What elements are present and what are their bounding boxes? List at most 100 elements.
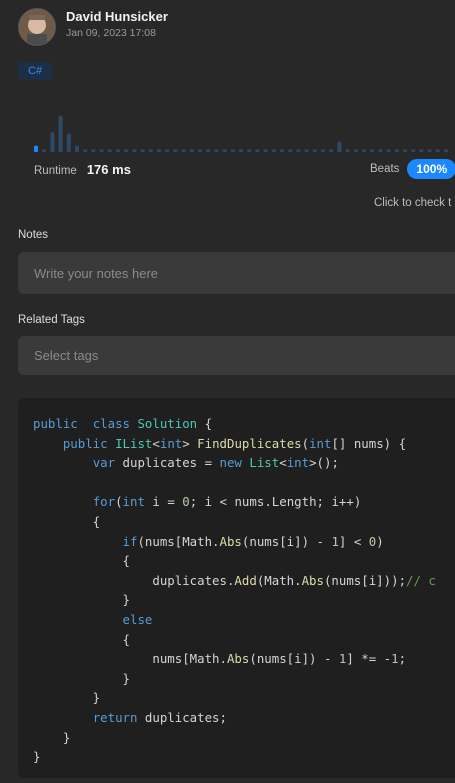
histogram-bar[interactable] xyxy=(124,149,129,152)
histogram-bar[interactable] xyxy=(91,149,96,152)
histogram-bar[interactable] xyxy=(34,145,38,152)
histogram-bar[interactable] xyxy=(99,149,104,152)
click-to-check-hint[interactable]: Click to check t xyxy=(374,197,451,209)
histogram-bar[interactable] xyxy=(386,149,391,152)
histogram-bar[interactable] xyxy=(247,149,252,152)
histogram-bar[interactable] xyxy=(214,149,219,152)
code-token: int xyxy=(159,435,183,451)
author-name[interactable]: David Hunsicker xyxy=(66,9,168,24)
runtime-histogram[interactable] xyxy=(34,100,455,152)
code-token: ( xyxy=(301,435,310,451)
histogram-bar[interactable] xyxy=(239,149,243,152)
code-token: } xyxy=(33,729,71,745)
histogram-bar[interactable] xyxy=(280,149,284,152)
histogram-bar[interactable] xyxy=(165,149,170,152)
histogram-bar[interactable] xyxy=(304,149,309,152)
histogram-bar[interactable] xyxy=(435,149,440,152)
histogram-bar[interactable] xyxy=(362,149,366,152)
histogram-bar[interactable] xyxy=(83,149,88,152)
histogram-bar[interactable] xyxy=(50,132,55,152)
author-info: David Hunsicker Jan 09, 2023 17:08 xyxy=(66,9,168,39)
post-date: Jan 09, 2023 17:08 xyxy=(66,27,156,39)
histogram-bar[interactable] xyxy=(42,149,47,152)
tags-select[interactable]: Select tags xyxy=(18,336,455,375)
histogram-bar[interactable] xyxy=(116,149,120,152)
histogram-bar[interactable] xyxy=(157,149,161,152)
runtime-row: Runtime 176 ms xyxy=(34,162,131,177)
code-token: [] nums) { xyxy=(331,435,407,451)
histogram-bar[interactable] xyxy=(345,149,350,152)
notes-input[interactable]: Write your notes here xyxy=(18,252,455,294)
histogram-bar[interactable] xyxy=(58,115,63,152)
histogram-bar[interactable] xyxy=(263,149,268,152)
histogram-bar[interactable] xyxy=(444,149,448,152)
histogram-bar[interactable] xyxy=(198,149,202,152)
code-token: < xyxy=(279,455,287,471)
histogram-bar[interactable] xyxy=(337,141,342,152)
histogram-bar[interactable] xyxy=(427,149,432,152)
histogram-bar[interactable] xyxy=(394,149,399,152)
histogram-bar[interactable] xyxy=(403,149,407,152)
notes-label: Notes xyxy=(18,229,49,241)
histogram-bar[interactable] xyxy=(312,149,317,152)
avatar[interactable] xyxy=(18,8,56,46)
code-token: > xyxy=(182,435,198,451)
code-token: (nums[i])); xyxy=(323,572,407,588)
code-token: 1 xyxy=(331,533,339,549)
code-token: (nums[i]) - xyxy=(249,651,339,667)
code-token: IList xyxy=(115,435,153,451)
histogram-bar[interactable] xyxy=(353,149,358,152)
histogram-bar[interactable] xyxy=(132,149,137,152)
code-token: class xyxy=(92,416,130,431)
code-token: { xyxy=(33,631,130,647)
histogram-bar[interactable] xyxy=(329,149,334,152)
histogram-bar[interactable] xyxy=(140,149,145,152)
code-token: } xyxy=(33,670,130,686)
histogram-bar[interactable] xyxy=(288,149,293,152)
beats-label: Beats xyxy=(370,163,400,175)
histogram-bar[interactable] xyxy=(148,149,153,152)
histogram-bar[interactable] xyxy=(66,133,71,152)
histogram-bar[interactable] xyxy=(189,149,194,152)
code-token: ) xyxy=(376,533,384,549)
code-line: } xyxy=(33,747,455,767)
code-token: else xyxy=(122,611,153,627)
histogram-bar[interactable] xyxy=(419,149,424,152)
histogram-bar[interactable] xyxy=(271,149,276,152)
code-token: ] *= - xyxy=(346,651,392,667)
code-token: Add xyxy=(234,572,257,588)
code-line: } xyxy=(33,590,455,610)
code-line: nums[Math.Abs(nums[i]) - 1] *= -1; xyxy=(33,649,455,669)
code-block[interactable]: public class Solution { public IList<int… xyxy=(18,398,455,767)
code-token: ] < xyxy=(338,533,369,549)
histogram-bar[interactable] xyxy=(296,149,301,152)
histogram-bar[interactable] xyxy=(378,149,383,152)
code-line: for(int i = 0; i < nums.Length; i++) xyxy=(33,492,455,512)
code-line: { xyxy=(33,551,455,571)
histogram-bar[interactable] xyxy=(230,149,235,152)
histogram-bar[interactable] xyxy=(75,145,79,152)
histogram-bar[interactable] xyxy=(181,149,186,152)
histogram-bar[interactable] xyxy=(206,149,211,152)
solution-page: David Hunsicker Jan 09, 2023 17:08 C# Ru… xyxy=(0,0,455,783)
code-token: 0 xyxy=(182,494,190,510)
histogram-bar[interactable] xyxy=(255,149,260,152)
code-token: 1 xyxy=(391,651,399,667)
code-token: < xyxy=(152,435,160,451)
histogram-bar[interactable] xyxy=(321,149,325,152)
histogram-bar[interactable] xyxy=(222,149,227,152)
code-line: if(nums[Math.Abs(nums[i]) - 1] < 0) xyxy=(33,532,455,552)
histogram-bar[interactable] xyxy=(411,149,416,152)
code-panel[interactable]: public class Solution { public IList<int… xyxy=(18,398,455,778)
code-token: new xyxy=(219,455,242,471)
code-token: { xyxy=(197,416,213,431)
language-badge[interactable]: C# xyxy=(18,62,53,80)
histogram-bar[interactable] xyxy=(107,149,112,152)
histogram-bar[interactable] xyxy=(370,149,375,152)
histogram-bar[interactable] xyxy=(173,149,178,152)
code-token: ; xyxy=(398,651,407,667)
code-token: } xyxy=(33,749,41,765)
